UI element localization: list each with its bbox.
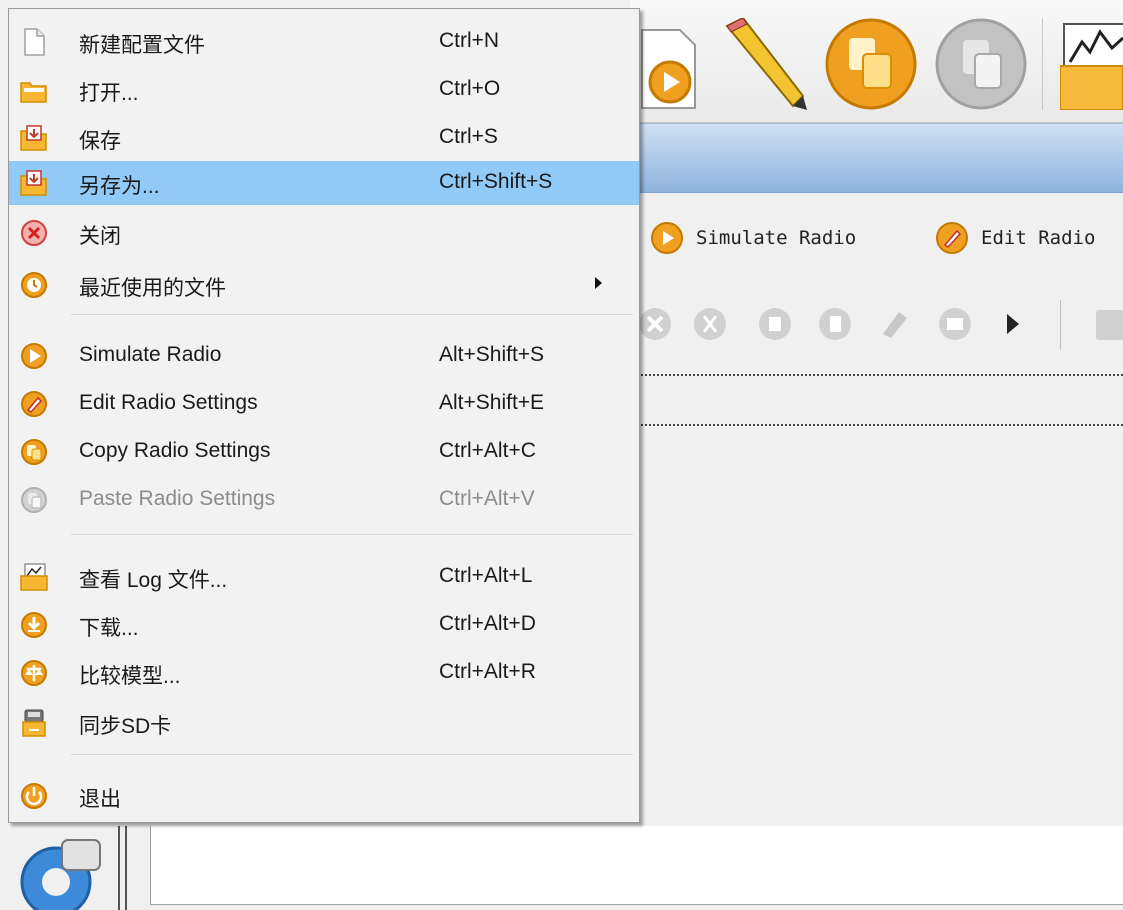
toolbar-separator [1060, 300, 1061, 350]
menu-item-new-profile[interactable]: 新建配置文件 Ctrl+N [9, 20, 639, 64]
menu-separator [71, 534, 633, 535]
menu-item-label: Simulate Radio [79, 343, 222, 366]
menu-item-shortcut: Ctrl+O [439, 77, 501, 100]
insert-icon[interactable] [935, 304, 975, 344]
more-arrow-icon[interactable] [995, 304, 1035, 344]
menu-item-label: 打开... [79, 82, 139, 105]
menu-item-copy-radio-settings[interactable]: Copy Radio Settings Ctrl+Alt+C [9, 430, 639, 474]
edit-radio-label: Edit Radio [981, 227, 1096, 249]
simulate-radio-label: Simulate Radio [696, 227, 857, 249]
paste-small-icon[interactable] [815, 304, 855, 344]
menu-item-label: 退出 [79, 788, 121, 811]
copy-small-icon[interactable] [755, 304, 795, 344]
menu-item-paste-radio-settings[interactable]: Paste Radio Settings Ctrl+Alt+V [9, 478, 639, 522]
edit-radio-button[interactable]: Edit Radio [935, 218, 1095, 258]
left-panel [0, 826, 130, 910]
menu-item-save[interactable]: 保存 Ctrl+S [9, 116, 639, 160]
save-icon [20, 125, 47, 151]
menu-item-shortcut: Ctrl+Alt+D [439, 612, 536, 635]
radio-actions-bar: Simulate Radio Edit Radio [630, 200, 1123, 280]
menu-item-simulate-radio[interactable]: Simulate Radio Alt+Shift+S [9, 334, 639, 378]
edit-icon [21, 391, 47, 417]
sd-card-icon [22, 709, 46, 737]
main-toolbar [630, 0, 1123, 123]
menu-item-compare-models[interactable]: 比较模型... Ctrl+Alt+R [9, 651, 639, 695]
menu-item-save-as[interactable]: 另存为... Ctrl+Shift+S [9, 161, 639, 205]
document-area [150, 826, 1123, 905]
copy-toolbar-icon[interactable] [825, 18, 917, 110]
toolbar-separator [1042, 18, 1043, 110]
download-icon [21, 612, 47, 638]
gear-icon[interactable] [14, 834, 110, 910]
menu-item-shortcut: Ctrl+Alt+L [439, 564, 533, 587]
open-folder-icon [20, 82, 47, 103]
menu-item-download[interactable]: 下载... Ctrl+Alt+D [9, 603, 639, 647]
menu-item-label: 保存 [79, 130, 121, 153]
menu-item-label: 下载... [79, 617, 139, 640]
menu-item-label: Paste Radio Settings [79, 487, 276, 510]
menu-item-label: 比较模型... [79, 665, 181, 688]
menu-separator [71, 314, 633, 315]
edit-icon [936, 222, 968, 254]
menu-item-shortcut: Ctrl+N [439, 29, 500, 52]
save-small-icon[interactable] [1092, 304, 1123, 344]
simulate-icon [21, 343, 47, 369]
exit-icon [21, 783, 47, 809]
paste-icon [21, 487, 47, 513]
menu-item-shortcut: Ctrl+Alt+C [439, 439, 536, 462]
file-menu: 新建配置文件 Ctrl+N 打开... Ctrl+O 保存 Ctrl+S 另存为… [8, 8, 640, 823]
log-toolbar-icon[interactable] [1060, 18, 1123, 110]
compare-icon [21, 660, 47, 686]
pencil-icon[interactable] [715, 18, 810, 113]
menu-separator [71, 754, 633, 755]
menu-item-sync-sd-card[interactable]: 同步SD卡 [9, 701, 639, 745]
paste-toolbar-icon[interactable] [935, 18, 1027, 110]
panel-splitter[interactable] [118, 826, 127, 910]
clear-icon[interactable] [875, 304, 915, 344]
menu-item-open[interactable]: 打开... Ctrl+O [9, 68, 639, 112]
simulate-toolbar-icon[interactable] [640, 20, 700, 110]
menu-item-shortcut: Ctrl+Alt+V [439, 487, 535, 510]
menu-item-label: 查看 Log 文件... [79, 569, 228, 592]
copy-icon [21, 439, 47, 465]
menu-item-label: 另存为... [79, 175, 160, 198]
delete-icon[interactable] [635, 304, 675, 344]
menu-item-shortcut: Alt+Shift+E [439, 391, 545, 414]
menu-item-label: 关闭 [79, 225, 121, 248]
menu-item-label: 同步SD卡 [79, 715, 172, 738]
submenu-arrow-icon [595, 277, 602, 289]
menu-item-edit-radio-settings[interactable]: Edit Radio Settings Alt+Shift+E [9, 382, 639, 426]
save-as-icon [20, 170, 47, 196]
menu-item-close[interactable]: 关闭 [9, 211, 639, 255]
menu-item-label: Copy Radio Settings [79, 439, 271, 462]
close-icon [21, 220, 47, 246]
menu-item-recent-files[interactable]: 最近使用的文件 [9, 263, 639, 307]
menu-item-shortcut: Ctrl+Alt+R [439, 660, 536, 683]
menu-item-shortcut: Ctrl+S [439, 125, 498, 148]
divider-line [630, 424, 1123, 426]
menu-item-label: 新建配置文件 [79, 34, 205, 57]
menu-item-view-log[interactable]: 查看 Log 文件... Ctrl+Alt+L [9, 555, 639, 599]
simulate-icon [651, 222, 683, 254]
simulate-radio-button[interactable]: Simulate Radio [650, 218, 856, 258]
recent-files-icon [21, 272, 47, 298]
menu-item-exit[interactable]: 退出 [9, 774, 639, 818]
edit-toolbar [630, 290, 1123, 370]
log-icon [20, 563, 48, 591]
menu-item-shortcut: Ctrl+Shift+S [439, 170, 553, 193]
new-file-icon [24, 28, 45, 56]
cut-icon[interactable] [690, 304, 730, 344]
menu-item-shortcut: Alt+Shift+S [439, 343, 545, 366]
divider-line [630, 374, 1123, 376]
menu-item-label: 最近使用的文件 [79, 277, 226, 300]
menu-item-label: Edit Radio Settings [79, 391, 258, 414]
model-header-bar [630, 123, 1123, 193]
